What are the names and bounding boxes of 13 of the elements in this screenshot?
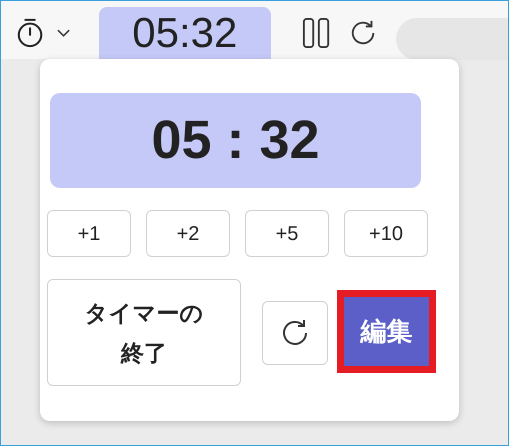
- end-timer-button[interactable]: タイマーの終了: [47, 279, 241, 386]
- edit-button[interactable]: 編集: [337, 290, 436, 373]
- add-minutes-button[interactable]: +5: [245, 210, 329, 257]
- add-minutes-button[interactable]: +1: [47, 210, 131, 257]
- timer-display[interactable]: 05:32: [99, 7, 270, 59]
- refresh-icon: [280, 318, 310, 348]
- stopwatch-icon[interactable]: [16, 17, 44, 49]
- reset-button[interactable]: [262, 301, 328, 365]
- add-minutes-button[interactable]: +10: [344, 210, 428, 257]
- chevron-down-icon[interactable]: [57, 29, 70, 37]
- add-minutes-button[interactable]: +2: [146, 210, 230, 257]
- pause-icon[interactable]: [302, 16, 330, 50]
- timer-display: 05 : 32: [50, 93, 421, 188]
